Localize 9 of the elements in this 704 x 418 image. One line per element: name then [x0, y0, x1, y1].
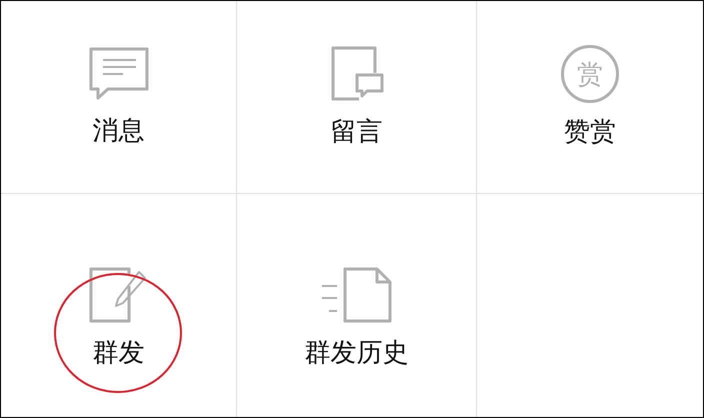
comment-icon — [328, 45, 384, 104]
menu-label[interactable]: 留言 — [330, 117, 382, 149]
menu-label[interactable]: 赞赏 — [564, 117, 616, 149]
menu-label[interactable]: 消息 — [92, 116, 144, 148]
document-icon — [320, 266, 392, 324]
menu-label[interactable]: 群发 — [92, 338, 144, 370]
menu-label[interactable]: 群发历史 — [304, 338, 408, 370]
reward-icon: 赏 — [561, 45, 619, 104]
message-icon — [88, 46, 150, 102]
